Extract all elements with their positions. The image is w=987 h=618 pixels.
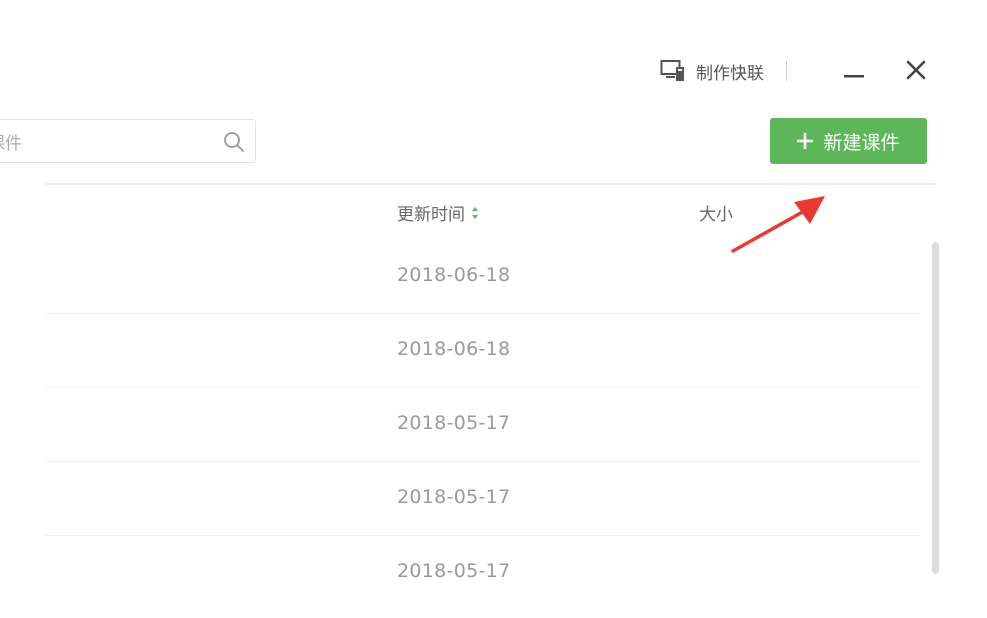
table-row[interactable]: 2018-05-17 bbox=[45, 462, 920, 536]
sort-icon[interactable] bbox=[471, 206, 479, 220]
table-row[interactable]: 2018-05-17 bbox=[45, 388, 920, 462]
monitor-icon[interactable] bbox=[660, 59, 686, 83]
search-box bbox=[0, 119, 256, 163]
toolbar-separator bbox=[45, 183, 937, 185]
plus-icon bbox=[797, 133, 814, 149]
courseware-list: 2018-06-18 2018-06-18 2018-05-17 2018-05… bbox=[45, 240, 920, 610]
row-update-date: 2018-05-17 bbox=[397, 486, 511, 508]
row-update-date: 2018-06-18 bbox=[397, 338, 511, 360]
minimize-icon[interactable] bbox=[843, 60, 865, 82]
close-icon[interactable] bbox=[905, 59, 927, 81]
new-courseware-button[interactable]: 新建课件 bbox=[770, 118, 927, 164]
row-update-date: 2018-05-17 bbox=[397, 560, 511, 582]
vertical-scrollbar[interactable] bbox=[932, 242, 939, 574]
annotation-arrow-icon bbox=[731, 196, 825, 253]
table-row[interactable]: 2018-06-18 bbox=[45, 314, 920, 388]
column-header-update-time-label: 更新时间 bbox=[397, 205, 465, 225]
window-toolbar: 制作快联 bbox=[660, 56, 787, 86]
make-link-button[interactable]: 制作快联 bbox=[696, 59, 764, 84]
new-courseware-label: 新建课件 bbox=[823, 131, 900, 154]
row-update-date: 2018-06-18 bbox=[397, 264, 511, 286]
column-header-update-time[interactable]: 更新时间 bbox=[397, 200, 479, 225]
table-row[interactable]: 2018-05-17 bbox=[45, 536, 920, 610]
row-update-date: 2018-05-17 bbox=[397, 412, 511, 434]
toolbar-divider bbox=[786, 61, 787, 81]
search-input[interactable] bbox=[0, 120, 200, 162]
search-icon[interactable] bbox=[222, 130, 246, 154]
